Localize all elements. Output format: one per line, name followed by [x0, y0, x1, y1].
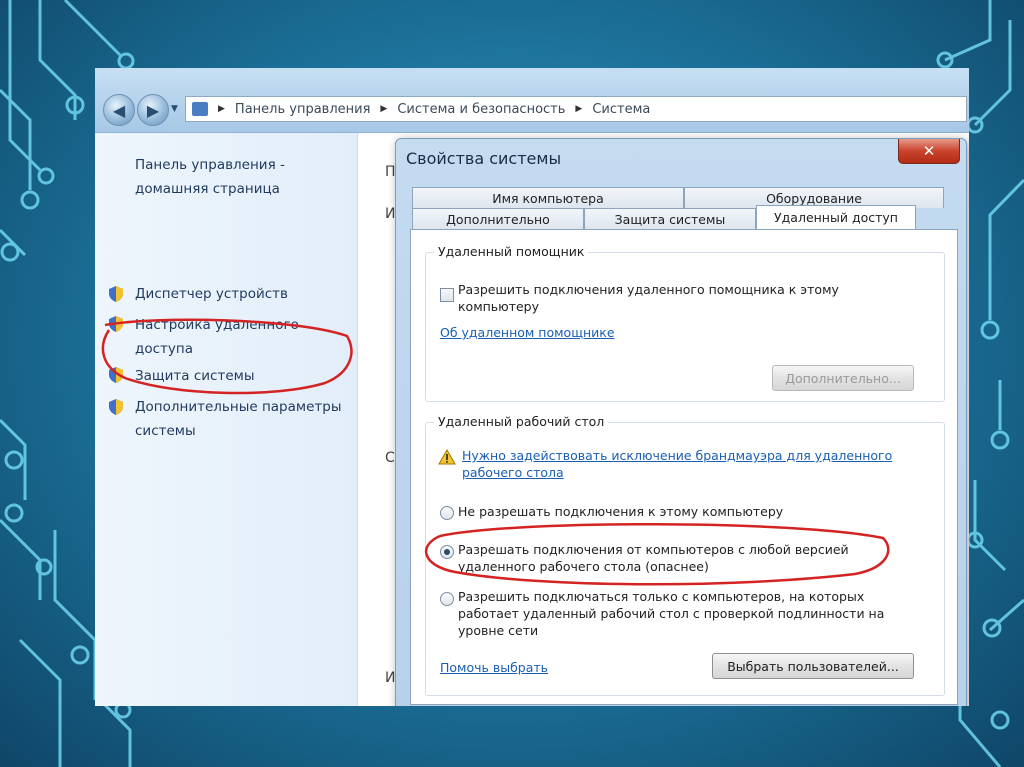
breadcrumb-separator-icon: ▶	[380, 104, 388, 114]
remote-assistance-group: Удаленный помощник Разрешить подключения…	[425, 244, 945, 402]
breadcrumb-item[interactable]: Система	[592, 102, 650, 117]
allow-remote-assistance-label: Разрешить подключения удаленного помощни…	[458, 282, 839, 314]
allow-nla-only-label: Разрешить подключаться только с компьюте…	[458, 589, 885, 638]
left-navigation-pane: Панель управления - домашняя страница Ди…	[95, 133, 358, 706]
radio-allow-nla-only[interactable]	[440, 592, 454, 606]
system-properties-dialog: Свойства системы ✕ Имя компьютера Оборуд…	[395, 138, 967, 706]
sidebar-item-device-manager[interactable]: Диспетчер устройств	[135, 282, 345, 306]
firewall-exception-link[interactable]: Нужно задействовать исключение брандмауэ…	[462, 447, 912, 481]
remote-desktop-title: Удаленный рабочий стол	[434, 414, 609, 429]
tab-remote-access[interactable]: Удаленный доступ	[756, 205, 916, 229]
shield-icon	[109, 367, 123, 383]
tab-advanced[interactable]: Дополнительно	[412, 208, 584, 229]
history-chevron-icon[interactable]: ▼	[171, 104, 178, 114]
tab-computer-name[interactable]: Имя компьютера	[412, 187, 684, 208]
breadcrumb-item[interactable]: Система и безопасность	[397, 102, 565, 117]
radio-allow-any-version[interactable]	[440, 545, 454, 559]
forward-icon[interactable]: ▶	[137, 94, 169, 126]
advanced-button[interactable]: Дополнительно...	[772, 365, 914, 391]
radio-deny-connections[interactable]	[440, 506, 454, 520]
warning-icon	[438, 449, 456, 465]
back-icon[interactable]: ◀	[103, 94, 135, 126]
remote-tab-panel: Удаленный помощник Разрешить подключения…	[410, 229, 958, 705]
remote-desktop-group: Удаленный рабочий стол Нужно задействова…	[425, 414, 945, 696]
shield-icon	[109, 316, 123, 332]
background-window-text: С	[385, 450, 395, 466]
tab-system-protection[interactable]: Защита системы	[584, 208, 756, 229]
shield-icon	[109, 286, 123, 302]
breadcrumb-separator-icon: ▶	[218, 104, 225, 114]
address-bar: ◀ ▶ ▼ ▶ Панель управления ▶ Система и бе…	[95, 68, 969, 133]
control-panel-icon	[192, 102, 208, 116]
control-panel-home-link[interactable]: Панель управления - домашняя страница	[135, 153, 335, 201]
sidebar-item-system-protection[interactable]: Защита системы	[135, 364, 345, 388]
background-window-text: П	[385, 164, 396, 180]
help-me-choose-link[interactable]: Помочь выбрать	[440, 659, 548, 676]
background-window-text: И	[385, 206, 396, 222]
sidebar-item-remote-settings[interactable]: Настройка удаленного доступа	[135, 313, 345, 361]
deny-connections-label: Не разрешать подключения к этому компьют…	[458, 504, 784, 519]
select-users-button[interactable]: Выбрать пользователей...	[712, 653, 914, 679]
breadcrumb-item[interactable]: Панель управления	[235, 102, 371, 117]
background-window-text: И	[385, 670, 396, 686]
remote-assistance-title: Удаленный помощник	[434, 244, 589, 259]
close-button[interactable]: ✕	[898, 139, 960, 164]
allow-remote-assistance-checkbox[interactable]	[440, 288, 454, 302]
breadcrumb[interactable]: ▶ Панель управления ▶ Система и безопасн…	[185, 96, 967, 122]
screenshot-window: ◀ ▶ ▼ ▶ Панель управления ▶ Система и бе…	[95, 68, 969, 706]
dialog-title: Свойства системы	[406, 149, 562, 168]
about-remote-assistance-link[interactable]: Об удаленном помощнике	[440, 324, 615, 341]
allow-any-version-label: Разрешать подключения от компьютеров с л…	[458, 542, 849, 574]
sidebar-item-advanced-system-settings[interactable]: Дополнительные параметры системы	[135, 395, 350, 443]
shield-icon	[109, 399, 123, 415]
breadcrumb-separator-icon: ▶	[575, 104, 583, 114]
